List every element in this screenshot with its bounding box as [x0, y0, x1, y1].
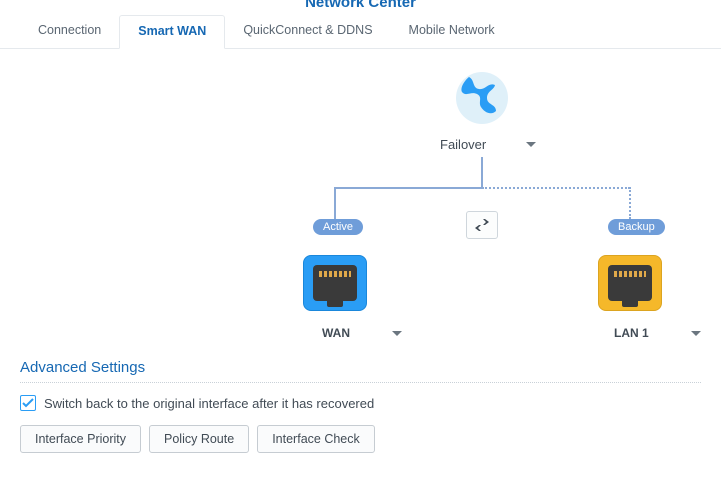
wan-interface-selector[interactable]: WAN: [322, 326, 402, 340]
chevron-down-icon: [392, 331, 402, 336]
switch-back-checkbox[interactable]: [20, 395, 36, 411]
policy-route-button[interactable]: Policy Route: [149, 425, 249, 453]
lan-label: LAN 1: [614, 326, 649, 340]
swap-icon: [474, 219, 490, 231]
checkmark-icon: [22, 397, 34, 409]
switch-back-label: Switch back to the original interface af…: [44, 396, 374, 411]
smart-wan-diagram: Failover Active Backup WAN LAN 1: [0, 49, 721, 359]
failover-mode-label: Failover: [440, 137, 486, 152]
tab-mobile-network[interactable]: Mobile Network: [391, 15, 513, 48]
connector-line: [334, 187, 336, 219]
wan-port-card[interactable]: [303, 255, 367, 311]
chevron-down-icon: [691, 331, 701, 336]
failover-mode-selector[interactable]: Failover: [440, 137, 536, 152]
ethernet-port-icon: [313, 265, 357, 301]
active-badge: Active: [313, 219, 363, 235]
switch-back-option: Switch back to the original interface af…: [20, 395, 701, 411]
tab-smart-wan[interactable]: Smart WAN: [119, 15, 225, 49]
lan-port-card[interactable]: [598, 255, 662, 311]
wan-label: WAN: [322, 326, 350, 340]
backup-badge: Backup: [608, 219, 665, 235]
lan-interface-selector[interactable]: LAN 1: [614, 326, 701, 340]
page-title: Network Center: [0, 0, 721, 15]
connector-line: [481, 157, 483, 187]
swap-interfaces-button[interactable]: [466, 211, 498, 239]
advanced-buttons-row: Interface Priority Policy Route Interfac…: [20, 425, 701, 453]
interface-priority-button[interactable]: Interface Priority: [20, 425, 141, 453]
chevron-down-icon: [526, 142, 536, 147]
tab-quickconnect-ddns[interactable]: QuickConnect & DDNS: [225, 15, 390, 48]
connector-line: [334, 187, 482, 189]
advanced-settings-section: Advanced Settings Switch back to the ori…: [0, 359, 721, 453]
interface-check-button[interactable]: Interface Check: [257, 425, 375, 453]
connector-line-dashed: [629, 187, 631, 219]
ethernet-port-icon: [608, 265, 652, 301]
tab-connection[interactable]: Connection: [20, 15, 119, 48]
connector-line-dashed: [482, 187, 630, 189]
advanced-settings-title: Advanced Settings: [20, 359, 701, 383]
globe-icon: [455, 71, 509, 125]
tab-bar: Connection Smart WAN QuickConnect & DDNS…: [0, 15, 721, 49]
